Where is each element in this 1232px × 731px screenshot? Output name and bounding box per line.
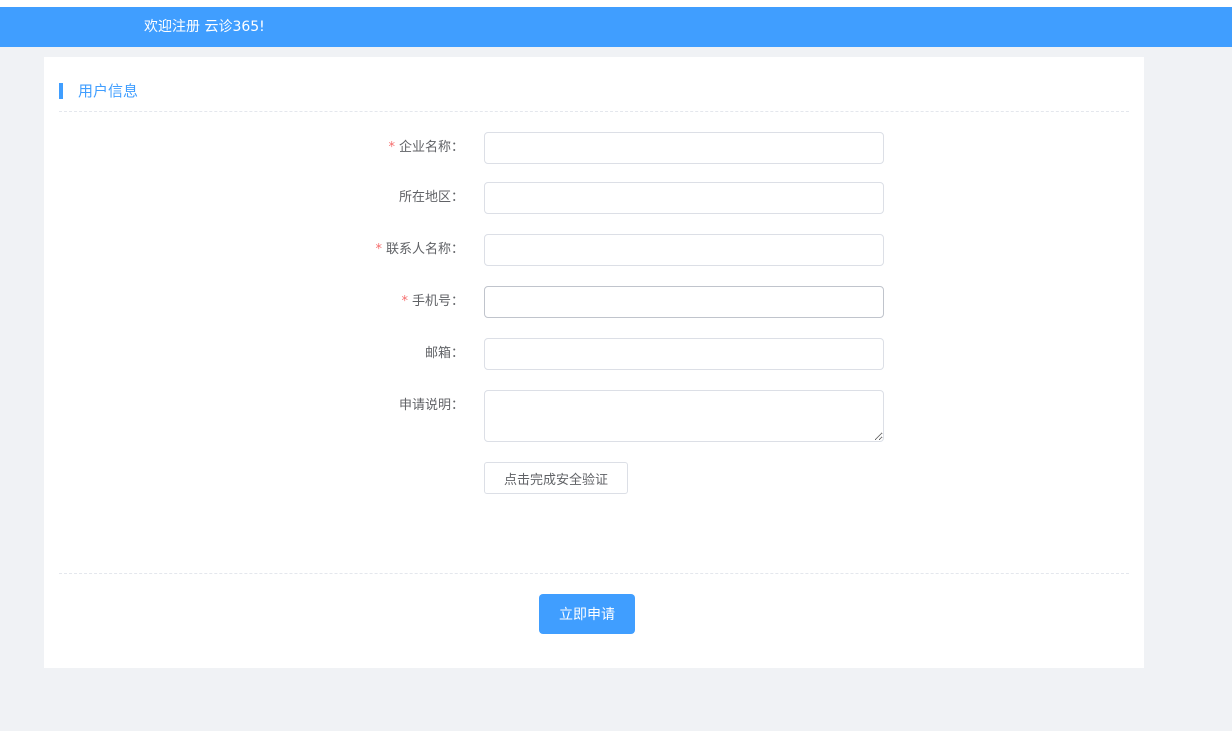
section-title: 用户信息: [78, 82, 139, 100]
section-accent-bar: [59, 83, 63, 99]
top-strip: [0, 0, 1232, 7]
company-name-label: * 企业名称：: [388, 140, 464, 155]
header-title: 欢迎注册 云诊365!: [144, 19, 265, 35]
contact-name-label: * 联系人名称：: [375, 242, 464, 257]
description-textarea[interactable]: [484, 390, 884, 442]
required-mark: *: [375, 242, 382, 257]
footer-divider: [59, 573, 1129, 574]
company-name-input[interactable]: [484, 132, 884, 164]
security-verify-button[interactable]: 点击完成安全验证: [484, 462, 628, 494]
email-label: 邮箱：: [424, 346, 464, 361]
section-divider: [59, 111, 1129, 112]
description-label: 申请说明：: [398, 398, 464, 413]
contact-name-input[interactable]: [484, 234, 884, 266]
phone-label: * 手机号：: [401, 294, 464, 309]
required-mark: *: [401, 294, 408, 309]
apply-submit-button[interactable]: 立即申请: [539, 594, 635, 634]
form-card: 用户信息 * 企业名称： 所在地区： * 联系人名称： * 手机号： 邮箱： 申请说明…: [44, 57, 1144, 668]
email-input[interactable]: [484, 338, 884, 370]
region-input[interactable]: [484, 182, 884, 214]
region-label: 所在地区：: [398, 190, 464, 205]
header-bar: 欢迎注册 云诊365!: [0, 7, 1232, 47]
required-mark: *: [388, 140, 395, 155]
phone-input[interactable]: [484, 286, 884, 318]
